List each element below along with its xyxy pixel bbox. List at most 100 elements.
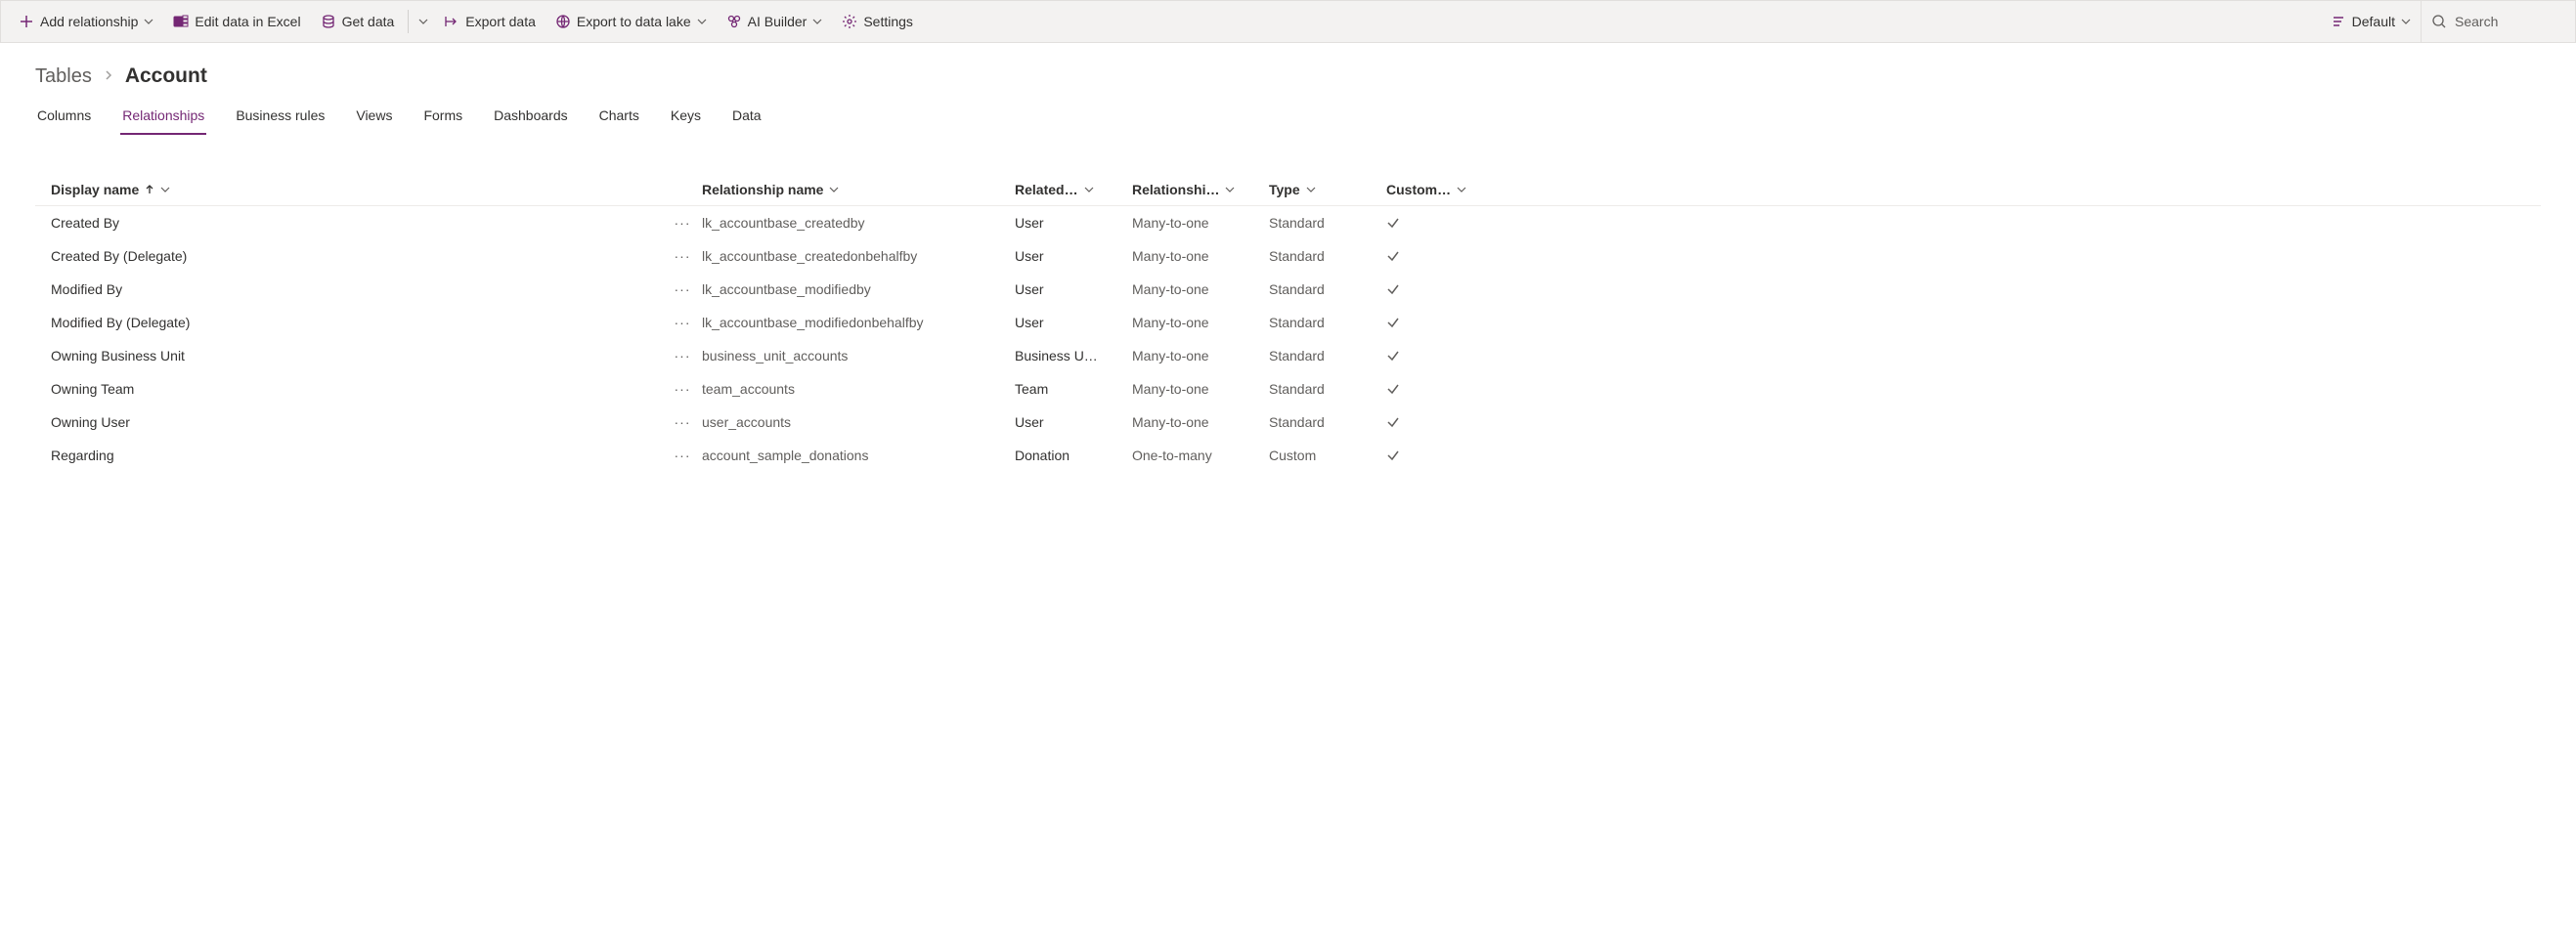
tab-columns[interactable]: Columns — [35, 102, 93, 135]
get-data-label: Get data — [342, 14, 395, 29]
edit-data-excel-label: Edit data in Excel — [195, 14, 300, 29]
table-row[interactable]: Created By ··· lk_accountbase_createdby … — [35, 206, 2541, 239]
add-relationship-button[interactable]: Add relationship — [9, 1, 163, 42]
column-header-label: Display name — [51, 182, 139, 197]
cell-display-name: Modified By (Delegate) — [37, 315, 663, 330]
cell-customizable — [1386, 316, 1484, 329]
chevron-down-icon — [2401, 17, 2411, 26]
svg-text:x: x — [176, 20, 180, 26]
excel-icon: x — [173, 14, 189, 29]
more-actions-icon[interactable]: ··· — [675, 215, 691, 231]
more-actions-icon[interactable]: ··· — [675, 348, 691, 363]
cell-display-name: Owning User — [37, 414, 663, 430]
tab-relationships[interactable]: Relationships — [120, 102, 206, 135]
divider — [408, 10, 409, 33]
more-actions-icon[interactable]: ··· — [675, 381, 691, 397]
cell-relationship-type: One-to-many — [1132, 448, 1269, 463]
table-row[interactable]: Created By (Delegate) ··· lk_accountbase… — [35, 239, 2541, 273]
checkmark-icon — [1386, 316, 1400, 329]
tab-views[interactable]: Views — [354, 102, 394, 135]
table-row[interactable]: Owning Team ··· team_accounts Team Many-… — [35, 372, 2541, 406]
sort-ascending-icon — [145, 182, 154, 197]
column-header-customizable[interactable]: Custom… — [1386, 182, 1484, 197]
more-actions-icon[interactable]: ··· — [675, 414, 691, 430]
cell-related: User — [1015, 414, 1132, 430]
tab-data[interactable]: Data — [730, 102, 764, 135]
checkmark-icon — [1386, 415, 1400, 429]
column-header-relationship-type[interactable]: Relationshi… — [1132, 182, 1269, 197]
get-data-button[interactable]: Get data — [311, 1, 405, 42]
column-header-display-name[interactable]: Display name — [37, 182, 663, 197]
cell-customizable — [1386, 216, 1484, 230]
export-data-lake-button[interactable]: Export to data lake — [546, 1, 717, 42]
cell-display-name: Regarding — [37, 448, 663, 463]
cell-relationship-name: team_accounts — [702, 381, 1015, 397]
ai-builder-label: AI Builder — [748, 14, 808, 29]
cell-related: User — [1015, 281, 1132, 297]
plus-icon — [19, 14, 34, 29]
breadcrumb-current: Account — [125, 64, 207, 88]
column-header-label: Relationship name — [702, 182, 823, 197]
cell-relationship-type: Many-to-one — [1132, 381, 1269, 397]
cell-related: Business U… — [1015, 348, 1132, 363]
settings-button[interactable]: Settings — [832, 1, 923, 42]
chevron-down-icon — [1084, 182, 1094, 197]
get-data-dropdown[interactable] — [413, 1, 434, 42]
cell-related: User — [1015, 315, 1132, 330]
ai-builder-button[interactable]: AI Builder — [717, 1, 833, 42]
export-data-label: Export data — [465, 14, 536, 29]
checkmark-icon — [1386, 382, 1400, 396]
table-row[interactable]: Modified By (Delegate) ··· lk_accountbas… — [35, 306, 2541, 339]
cell-type: Standard — [1269, 248, 1386, 264]
cell-customizable — [1386, 282, 1484, 296]
column-header-label: Related… — [1015, 182, 1078, 197]
chevron-down-icon — [1306, 182, 1316, 197]
more-actions-icon[interactable]: ··· — [675, 248, 691, 264]
cell-type: Standard — [1269, 281, 1386, 297]
more-actions-icon[interactable]: ··· — [675, 281, 691, 297]
cell-relationship-name: account_sample_donations — [702, 448, 1015, 463]
chevron-down-icon — [1457, 182, 1466, 197]
cell-type: Standard — [1269, 215, 1386, 231]
search-icon — [2431, 14, 2447, 29]
cell-relationship-name: lk_accountbase_modifiedby — [702, 281, 1015, 297]
edit-data-excel-button[interactable]: x Edit data in Excel — [163, 1, 310, 42]
cell-relationship-name: lk_accountbase_createdby — [702, 215, 1015, 231]
settings-label: Settings — [863, 14, 913, 29]
table-row[interactable]: Owning User ··· user_accounts User Many-… — [35, 406, 2541, 439]
view-selector-button[interactable]: Default — [2321, 1, 2421, 42]
column-header-type[interactable]: Type — [1269, 182, 1386, 197]
chevron-down-icon — [697, 17, 707, 26]
export-data-lake-label: Export to data lake — [577, 14, 691, 29]
tab-business-rules[interactable]: Business rules — [234, 102, 327, 135]
chevron-down-icon — [418, 17, 428, 26]
table-row[interactable]: Modified By ··· lk_accountbase_modifiedb… — [35, 273, 2541, 306]
search-box[interactable]: Search — [2421, 1, 2567, 42]
checkmark-icon — [1386, 249, 1400, 263]
cell-relationship-type: Many-to-one — [1132, 414, 1269, 430]
tab-charts[interactable]: Charts — [597, 102, 641, 135]
tab-forms[interactable]: Forms — [421, 102, 464, 135]
export-data-button[interactable]: Export data — [434, 1, 546, 42]
chevron-down-icon — [1225, 182, 1235, 197]
breadcrumb-parent[interactable]: Tables — [35, 65, 92, 88]
view-selector-label: Default — [2352, 14, 2395, 29]
more-actions-icon[interactable]: ··· — [675, 315, 691, 330]
column-header-label: Relationshi… — [1132, 182, 1219, 197]
cell-relationship-name: business_unit_accounts — [702, 348, 1015, 363]
table-row[interactable]: Regarding ··· account_sample_donations D… — [35, 439, 2541, 472]
cell-display-name: Created By (Delegate) — [37, 248, 663, 264]
tab-dashboards[interactable]: Dashboards — [492, 102, 570, 135]
column-header-related[interactable]: Related… — [1015, 182, 1132, 197]
more-actions-icon[interactable]: ··· — [675, 448, 691, 463]
tab-keys[interactable]: Keys — [669, 102, 703, 135]
content-area: Tables Account Columns Relationships Bus… — [0, 43, 2576, 472]
cell-display-name: Created By — [37, 215, 663, 231]
column-header-relationship-name[interactable]: Relationship name — [702, 182, 1015, 197]
grid-header: Display name Relationship name Related… — [35, 174, 2541, 206]
chevron-down-icon — [829, 182, 839, 197]
export-icon — [444, 14, 459, 29]
chevron-right-icon — [102, 65, 115, 88]
cell-related: Donation — [1015, 448, 1132, 463]
table-row[interactable]: Owning Business Unit ··· business_unit_a… — [35, 339, 2541, 372]
